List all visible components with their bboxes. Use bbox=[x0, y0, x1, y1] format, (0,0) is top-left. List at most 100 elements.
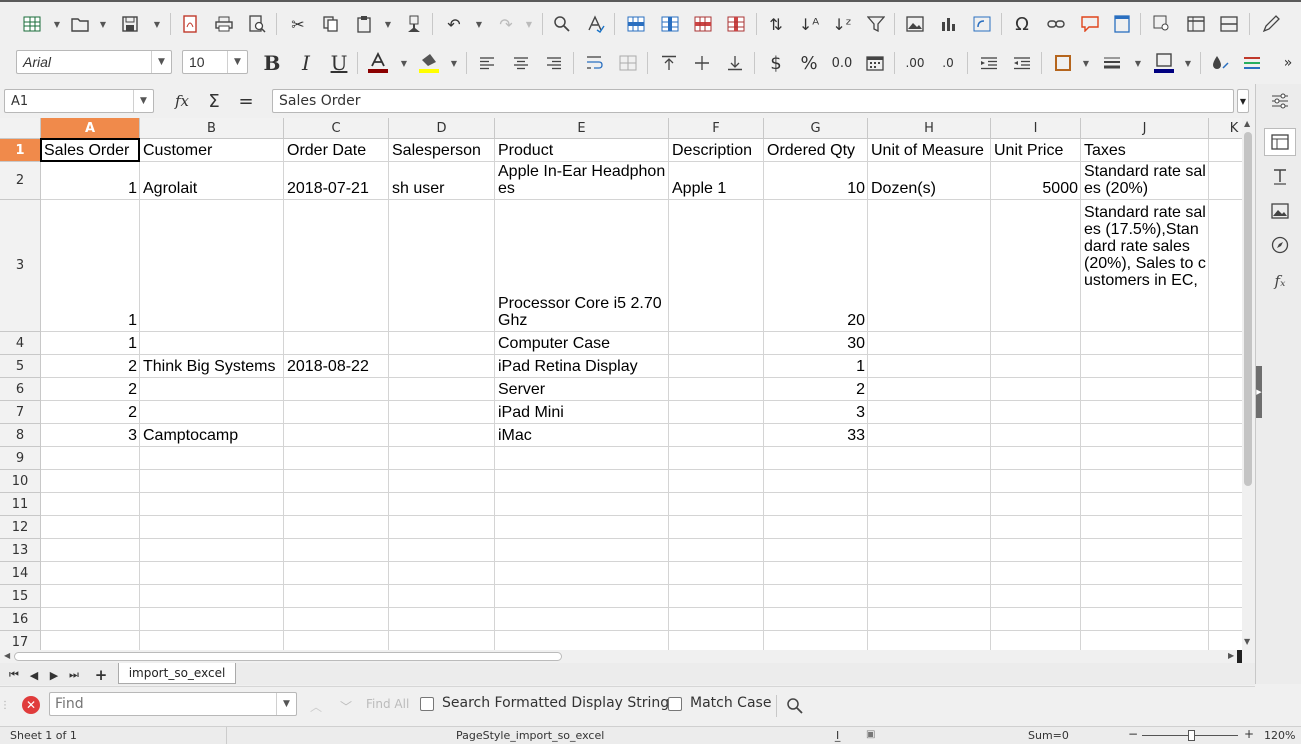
font-color-icon[interactable] bbox=[366, 51, 390, 75]
add-decimal-place-icon[interactable]: .00 bbox=[903, 51, 927, 75]
align-right-icon[interactable] bbox=[542, 51, 566, 75]
scroll-up-icon[interactable]: ▲ bbox=[1244, 120, 1252, 128]
save-dropdown-arrow-icon[interactable]: ▼ bbox=[152, 12, 162, 36]
sort-icon[interactable]: ⇅ bbox=[764, 12, 788, 36]
column-header-b[interactable]: B bbox=[140, 118, 284, 139]
align-top-icon[interactable] bbox=[657, 51, 681, 75]
sheet-tab-import-so-excel[interactable]: import_so_excel bbox=[118, 663, 236, 684]
align-left-icon[interactable] bbox=[475, 51, 499, 75]
formula-input[interactable]: Sales Order bbox=[272, 89, 1234, 113]
delete-decimal-place-icon[interactable]: .0 bbox=[936, 51, 960, 75]
cell-b2[interactable]: Agrolait bbox=[140, 162, 284, 200]
wrap-text-icon[interactable] bbox=[583, 51, 607, 75]
print-icon[interactable] bbox=[212, 12, 236, 36]
cell-d2[interactable]: sh user bbox=[389, 162, 495, 200]
merge-center-cells-icon[interactable] bbox=[616, 51, 640, 75]
cell-i2[interactable]: 5000 bbox=[991, 162, 1081, 200]
last-sheet-icon[interactable]: ⏭ bbox=[66, 663, 82, 687]
freeze-rows-columns-icon[interactable] bbox=[1184, 12, 1208, 36]
underline-icon[interactable]: U bbox=[327, 51, 351, 75]
hyperlink-icon[interactable] bbox=[1044, 12, 1068, 36]
comment-icon[interactable] bbox=[1078, 12, 1102, 36]
vertical-scroll-thumb[interactable] bbox=[1244, 132, 1252, 486]
first-sheet-icon[interactable]: ⏮ bbox=[6, 663, 22, 687]
paste-dropdown-arrow-icon[interactable]: ▼ bbox=[383, 12, 393, 36]
cell-e6[interactable]: Server bbox=[495, 378, 669, 401]
cell-b1[interactable]: Customer bbox=[140, 139, 284, 162]
row-header-11[interactable]: 11 bbox=[0, 493, 41, 516]
headers-footers-icon[interactable] bbox=[1110, 12, 1134, 36]
border-style-icon[interactable] bbox=[1100, 51, 1124, 75]
find-input[interactable]: ▼ bbox=[49, 692, 297, 716]
row-header-15[interactable]: 15 bbox=[0, 585, 41, 608]
pivot-table-icon[interactable] bbox=[970, 12, 994, 36]
border-style-dropdown-icon[interactable]: ▼ bbox=[1133, 51, 1143, 75]
date-format-icon[interactable] bbox=[863, 51, 887, 75]
redo-dropdown-arrow-icon[interactable]: ▼ bbox=[524, 12, 534, 36]
search-formatted-checkbox[interactable] bbox=[420, 697, 434, 711]
cell-a3[interactable]: 1 bbox=[41, 200, 140, 332]
cell-a5[interactable]: 2 bbox=[41, 355, 140, 378]
cell-b5[interactable]: Think Big Systems bbox=[140, 355, 284, 378]
cell-c5[interactable]: 2018-08-22 bbox=[284, 355, 389, 378]
row-header-2[interactable]: 2 bbox=[0, 162, 41, 200]
insert-chart-icon[interactable] bbox=[937, 12, 961, 36]
cell-h1[interactable]: Unit of Measure bbox=[868, 139, 991, 162]
cell-b8[interactable]: Camptocamp bbox=[140, 424, 284, 447]
column-header-i[interactable]: I bbox=[991, 118, 1081, 139]
decrease-indent-icon[interactable] bbox=[1010, 51, 1034, 75]
more-options-icon[interactable]: » bbox=[1276, 51, 1300, 75]
document-modified-icon[interactable]: ▣ bbox=[866, 729, 875, 740]
column-header-k[interactable]: K bbox=[1209, 118, 1242, 139]
row-header-17[interactable]: 17 bbox=[0, 631, 41, 650]
cell-e4[interactable]: Computer Case bbox=[495, 332, 669, 355]
previous-sheet-icon[interactable]: ◀ bbox=[26, 663, 42, 687]
cell-g6[interactable]: 2 bbox=[764, 378, 868, 401]
undo-dropdown-arrow-icon[interactable]: ▼ bbox=[474, 12, 484, 36]
cell-g1[interactable]: Ordered Qty bbox=[764, 139, 868, 162]
sidebar-menu-icon[interactable] bbox=[1269, 90, 1291, 112]
italic-icon[interactable]: I bbox=[294, 51, 318, 75]
styles-icon[interactable] bbox=[1240, 51, 1264, 75]
name-box[interactable]: A1 ▼ bbox=[4, 89, 154, 113]
row-header-8[interactable]: 8 bbox=[0, 424, 41, 447]
cell-a6[interactable]: 2 bbox=[41, 378, 140, 401]
open-dropdown-arrow-icon[interactable]: ▼ bbox=[98, 12, 108, 36]
cell-g7[interactable]: 3 bbox=[764, 401, 868, 424]
font-name-dropdown-icon[interactable]: ▼ bbox=[151, 51, 171, 73]
font-size-box[interactable]: 10 ▼ bbox=[182, 50, 248, 74]
zoom-level[interactable]: 120% bbox=[1264, 729, 1295, 742]
row-header-16[interactable]: 16 bbox=[0, 608, 41, 631]
cell-g4[interactable]: 30 bbox=[764, 332, 868, 355]
insert-image-icon[interactable] bbox=[903, 12, 927, 36]
cell-e5[interactable]: iPad Retina Display bbox=[495, 355, 669, 378]
define-print-area-icon[interactable] bbox=[1150, 12, 1174, 36]
cell-f2[interactable]: Apple 1 bbox=[669, 162, 764, 200]
cell-a8[interactable]: 3 bbox=[41, 424, 140, 447]
tab-splitter-handle[interactable] bbox=[1237, 650, 1242, 663]
open-folder-icon[interactable] bbox=[68, 12, 92, 36]
spelling-icon[interactable] bbox=[584, 12, 608, 36]
special-character-icon[interactable]: Ω bbox=[1010, 12, 1034, 36]
cell-i1[interactable]: Unit Price bbox=[991, 139, 1081, 162]
column-header-e[interactable]: E bbox=[495, 118, 669, 139]
row-header-7[interactable]: 7 bbox=[0, 401, 41, 424]
match-case-checkbox[interactable] bbox=[668, 697, 682, 711]
number-format-icon[interactable]: 0.0 bbox=[830, 51, 854, 75]
conditional-format-icon[interactable] bbox=[1208, 51, 1232, 75]
row-header-14[interactable]: 14 bbox=[0, 562, 41, 585]
align-bottom-icon[interactable] bbox=[723, 51, 747, 75]
background-color-dropdown-icon[interactable]: ▼ bbox=[449, 51, 459, 75]
export-pdf-icon[interactable] bbox=[178, 12, 202, 36]
cell-j1[interactable]: Taxes bbox=[1081, 139, 1209, 162]
row-header-9[interactable]: 9 bbox=[0, 447, 41, 470]
delete-rows-icon[interactable] bbox=[691, 12, 715, 36]
new-spreadsheet-icon[interactable] bbox=[20, 12, 44, 36]
find-history-dropdown-icon[interactable]: ▼ bbox=[276, 693, 296, 715]
undo-icon[interactable]: ↶ bbox=[442, 12, 466, 36]
sidebar-navigator-icon[interactable] bbox=[1269, 234, 1291, 256]
sort-ascending-icon[interactable]: ↓ᴬ bbox=[797, 12, 821, 36]
cell-e2[interactable]: Apple In-Ear Headphones bbox=[495, 162, 669, 200]
vertical-scrollbar[interactable]: ▲ ▼ bbox=[1242, 118, 1254, 650]
column-header-j[interactable]: J bbox=[1081, 118, 1209, 139]
